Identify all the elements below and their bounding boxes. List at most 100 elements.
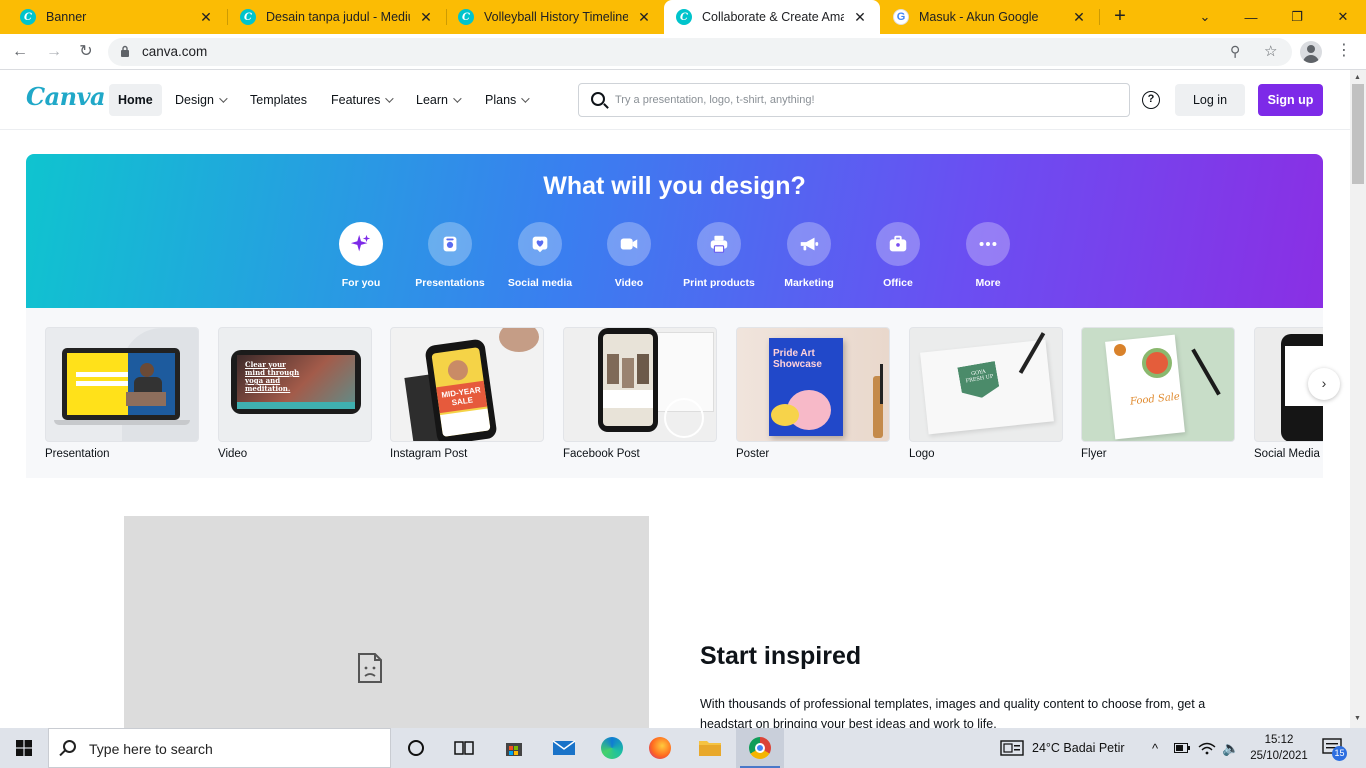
template-strip: Presentation Clear your mind through yog…	[26, 308, 1323, 478]
template-card-video[interactable]: Clear your mind through yoga and meditat…	[218, 327, 372, 460]
close-icon[interactable]: ✕	[852, 9, 868, 26]
browser-tab[interactable]: C Banner ✕	[8, 0, 226, 34]
close-icon[interactable]: ✕	[636, 9, 652, 26]
template-thumbnail: Pride Art Showcase	[736, 327, 890, 442]
template-card-flyer[interactable]: Food Sale Flyer	[1081, 327, 1235, 460]
sparkle-icon	[350, 234, 371, 252]
nav-plans[interactable]: Plans	[476, 84, 536, 116]
store-icon[interactable]	[490, 728, 538, 768]
close-icon[interactable]: ✕	[198, 9, 214, 26]
browser-tab-bar: C Banner ✕ C Desain tanpa judul - Medium…	[0, 0, 1366, 34]
start-inspired-text: With thousands of professional templates…	[700, 697, 1206, 728]
printer-icon	[710, 235, 728, 253]
more-dots-icon	[979, 241, 997, 247]
category-presentations[interactable]: Presentations	[405, 222, 495, 289]
canva-icon: C	[458, 9, 474, 25]
battery-icon[interactable]	[1174, 728, 1190, 768]
help-icon[interactable]: ?	[1142, 91, 1160, 109]
file-explorer-icon[interactable]	[686, 728, 734, 768]
template-thumbnail	[45, 327, 199, 442]
nav-home[interactable]: Home	[109, 84, 162, 116]
category-video[interactable]: Video	[584, 222, 674, 289]
task-view-icon[interactable]	[440, 728, 488, 768]
chevron-down-icon	[385, 94, 395, 103]
broken-image-placeholder	[124, 516, 649, 728]
signup-button[interactable]: Sign up	[1258, 84, 1323, 116]
reload-button[interactable]: ↻	[74, 40, 98, 64]
template-card-facebook-post[interactable]: Facebook Post	[563, 327, 717, 460]
login-button[interactable]: Log in	[1175, 84, 1245, 116]
nav-learn[interactable]: Learn	[407, 84, 468, 116]
chrome-icon[interactable]	[736, 728, 784, 768]
page-scrollbar[interactable]: ▲ ▼	[1350, 70, 1366, 728]
search-icon	[63, 740, 76, 753]
hero-title: What will you design?	[543, 172, 806, 200]
mail-icon[interactable]	[540, 728, 588, 768]
profile-avatar[interactable]	[1300, 41, 1322, 63]
close-icon[interactable]: ✕	[1071, 9, 1087, 26]
template-label: Social Media	[1254, 448, 1320, 460]
template-card-logo[interactable]: GOYA FRESH UP Logo	[909, 327, 1063, 460]
windows-start-button[interactable]	[0, 728, 48, 768]
video-camera-icon	[620, 238, 638, 250]
url-text[interactable]: canva.com	[142, 44, 207, 59]
presentation-icon	[443, 236, 457, 252]
google-icon: G	[893, 9, 909, 25]
category-marketing[interactable]: Marketing	[764, 222, 854, 289]
firefox-icon[interactable]	[636, 728, 684, 768]
search-icon	[591, 92, 605, 106]
browser-tab[interactable]: C Volleyball History Timeline In ✕	[446, 0, 664, 34]
template-label: Logo	[909, 448, 935, 460]
forward-button[interactable]: →	[42, 40, 66, 64]
template-label: Flyer	[1081, 448, 1107, 460]
minimize-button[interactable]: —	[1228, 0, 1274, 34]
new-tab-button[interactable]: +	[1108, 5, 1132, 29]
bookmark-star-icon[interactable]: ☆	[1264, 42, 1277, 60]
weather-widget[interactable]: 24°C Badai Petir	[1000, 728, 1125, 768]
search-input[interactable]	[615, 90, 1115, 110]
tab-search-chevron-icon[interactable]: ⌄	[1182, 0, 1228, 34]
taskbar-search[interactable]: Type here to search	[48, 728, 391, 768]
tray-overflow-chevron-icon[interactable]: ^	[1152, 728, 1158, 768]
category-more[interactable]: More	[943, 222, 1033, 289]
lock-icon	[121, 45, 129, 57]
template-thumbnail: Clear your mind through yoga and meditat…	[218, 327, 372, 442]
close-icon[interactable]: ✕	[418, 9, 434, 26]
restore-button[interactable]: ❐	[1274, 0, 1320, 34]
back-button[interactable]: ←	[8, 40, 32, 64]
chevron-right-icon[interactable]: ›	[1308, 368, 1340, 400]
megaphone-icon	[800, 237, 819, 251]
browser-tab[interactable]: C Desain tanpa judul - Medium ✕	[228, 0, 446, 34]
design-search[interactable]	[578, 83, 1130, 117]
volume-icon[interactable]: 🔈	[1222, 728, 1239, 768]
category-print-products[interactable]: Print products	[674, 222, 764, 289]
address-bar[interactable]: canva.com ⚲ ☆	[108, 38, 1292, 66]
template-card-poster[interactable]: Pride Art Showcase Poster	[736, 327, 890, 460]
template-label: Instagram Post	[390, 448, 468, 460]
close-window-button[interactable]: ✕	[1320, 0, 1366, 34]
category-office[interactable]: Office	[853, 222, 943, 289]
nav-features[interactable]: Features	[322, 84, 400, 116]
category-for-you[interactable]: For you	[316, 222, 406, 289]
nav-design[interactable]: Design	[166, 84, 234, 116]
notification-center-icon[interactable]: 15	[1322, 738, 1347, 761]
browser-toolbar: ← → ↻ canva.com ⚲ ☆ ⋮	[0, 34, 1366, 70]
template-card-instagram-post[interactable]: MID-YEAR SALE Instagram Post	[390, 327, 544, 460]
template-label: Poster	[736, 448, 770, 460]
menu-kebab-icon[interactable]: ⋮	[1336, 40, 1352, 60]
wifi-icon[interactable]	[1198, 728, 1216, 768]
zoom-icon[interactable]: ⚲	[1230, 43, 1240, 60]
edge-icon[interactable]	[588, 728, 636, 768]
cortana-icon[interactable]	[392, 728, 440, 768]
chevron-down-icon	[453, 94, 462, 103]
taskbar-clock[interactable]: 15:12 25/10/2021	[1244, 732, 1314, 764]
chevron-down-icon	[219, 94, 228, 103]
canva-logo[interactable]: Canva	[26, 82, 106, 111]
nav-templates[interactable]: Templates	[241, 84, 316, 116]
category-social-media[interactable]: Social media	[495, 222, 585, 289]
canva-icon: C	[240, 9, 256, 25]
template-card-presentation[interactable]: Presentation	[45, 327, 199, 460]
browser-tab[interactable]: G Masuk - Akun Google ✕	[881, 0, 1099, 34]
canva-page: Canva Home Design Templates Features Lea…	[0, 70, 1350, 728]
browser-tab-active[interactable]: C Collaborate & Create Amazin ✕	[664, 0, 880, 34]
